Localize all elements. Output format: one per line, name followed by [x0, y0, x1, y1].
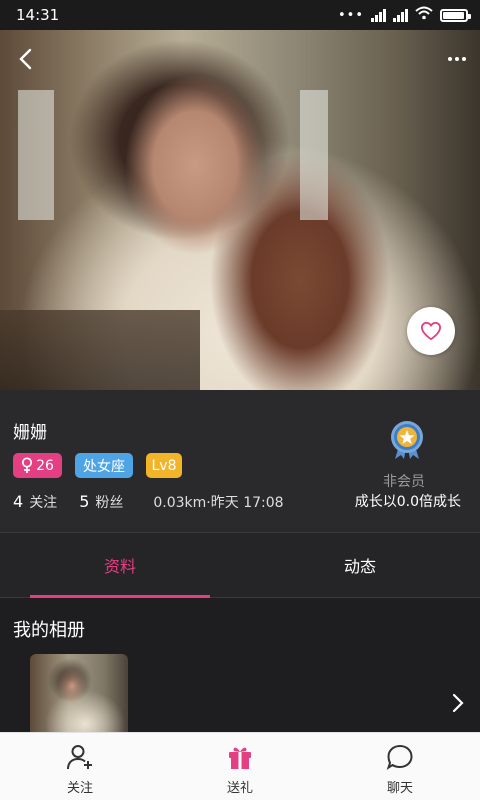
female-icon — [22, 457, 33, 473]
zodiac-badge: 处女座 — [75, 453, 133, 478]
follow-button[interactable]: 关注 — [0, 733, 160, 800]
profile-tabs: 资料 动态 — [0, 532, 480, 598]
signal-icon — [393, 8, 408, 22]
send-gift-button[interactable]: 送礼 — [160, 733, 320, 800]
more-options-button[interactable] — [442, 44, 472, 74]
battery-level — [443, 11, 464, 19]
followers-label[interactable]: 粉丝 — [95, 492, 123, 512]
distance-time: 0.03km·昨天 17:08 — [153, 495, 284, 511]
album-photo-thumbnail[interactable] — [30, 654, 128, 732]
heart-icon — [420, 321, 442, 341]
album-title: 我的相册 — [13, 620, 85, 641]
chat-label: 聊天 — [386, 781, 413, 796]
send-gift-label: 送礼 — [226, 781, 253, 796]
chat-bubble-icon — [385, 742, 415, 772]
status-time: 14:31 — [16, 6, 60, 24]
gift-icon — [225, 742, 255, 772]
album-more-button[interactable] — [448, 691, 468, 715]
user-name: 姗姗 — [13, 423, 47, 443]
tab-profile[interactable]: 资料 — [0, 533, 240, 598]
wifi-icon — [415, 6, 433, 24]
age-badge: 26 — [13, 453, 62, 478]
status-icons: ••• — [337, 6, 471, 24]
followers-count: 5 — [79, 492, 90, 511]
status-bar: 14:31 ••• — [0, 0, 480, 30]
photo-detail — [0, 310, 200, 390]
growth-rate: 成长以0.0倍成长 — [354, 494, 461, 510]
member-status: 非会员 — [383, 474, 425, 490]
photo-detail — [18, 90, 54, 220]
back-button[interactable] — [10, 44, 40, 74]
battery-icon — [440, 8, 471, 22]
following-label[interactable]: 关注 — [29, 492, 57, 512]
level-badge: Lv8 — [146, 453, 182, 478]
signal-icon — [371, 8, 386, 22]
profile-stats: 4 关注 5 粉丝 0.03km·昨天 17:08 — [13, 492, 284, 512]
photo-detail — [300, 90, 328, 220]
more-dots-icon: ••• — [337, 7, 364, 23]
add-user-icon — [65, 742, 95, 772]
profile-tags: 26 处女座 Lv8 — [13, 453, 182, 478]
like-button[interactable] — [407, 307, 455, 355]
age-value: 26 — [36, 457, 54, 474]
profile-info: 姗姗 26 处女座 Lv8 4 关注 5 粉丝 0.03km·昨天 17:08 … — [0, 390, 480, 532]
tab-moments[interactable]: 动态 — [240, 533, 480, 597]
follow-label: 关注 — [66, 781, 93, 796]
chat-button[interactable]: 聊天 — [320, 733, 480, 800]
bottom-action-bar: 关注 送礼 聊天 — [0, 732, 480, 800]
chevron-left-icon — [19, 48, 32, 70]
medal-icon[interactable] — [387, 420, 427, 460]
album-section: 我的相册 — [0, 598, 480, 732]
chevron-right-icon — [452, 693, 464, 713]
following-count: 4 — [13, 492, 24, 511]
